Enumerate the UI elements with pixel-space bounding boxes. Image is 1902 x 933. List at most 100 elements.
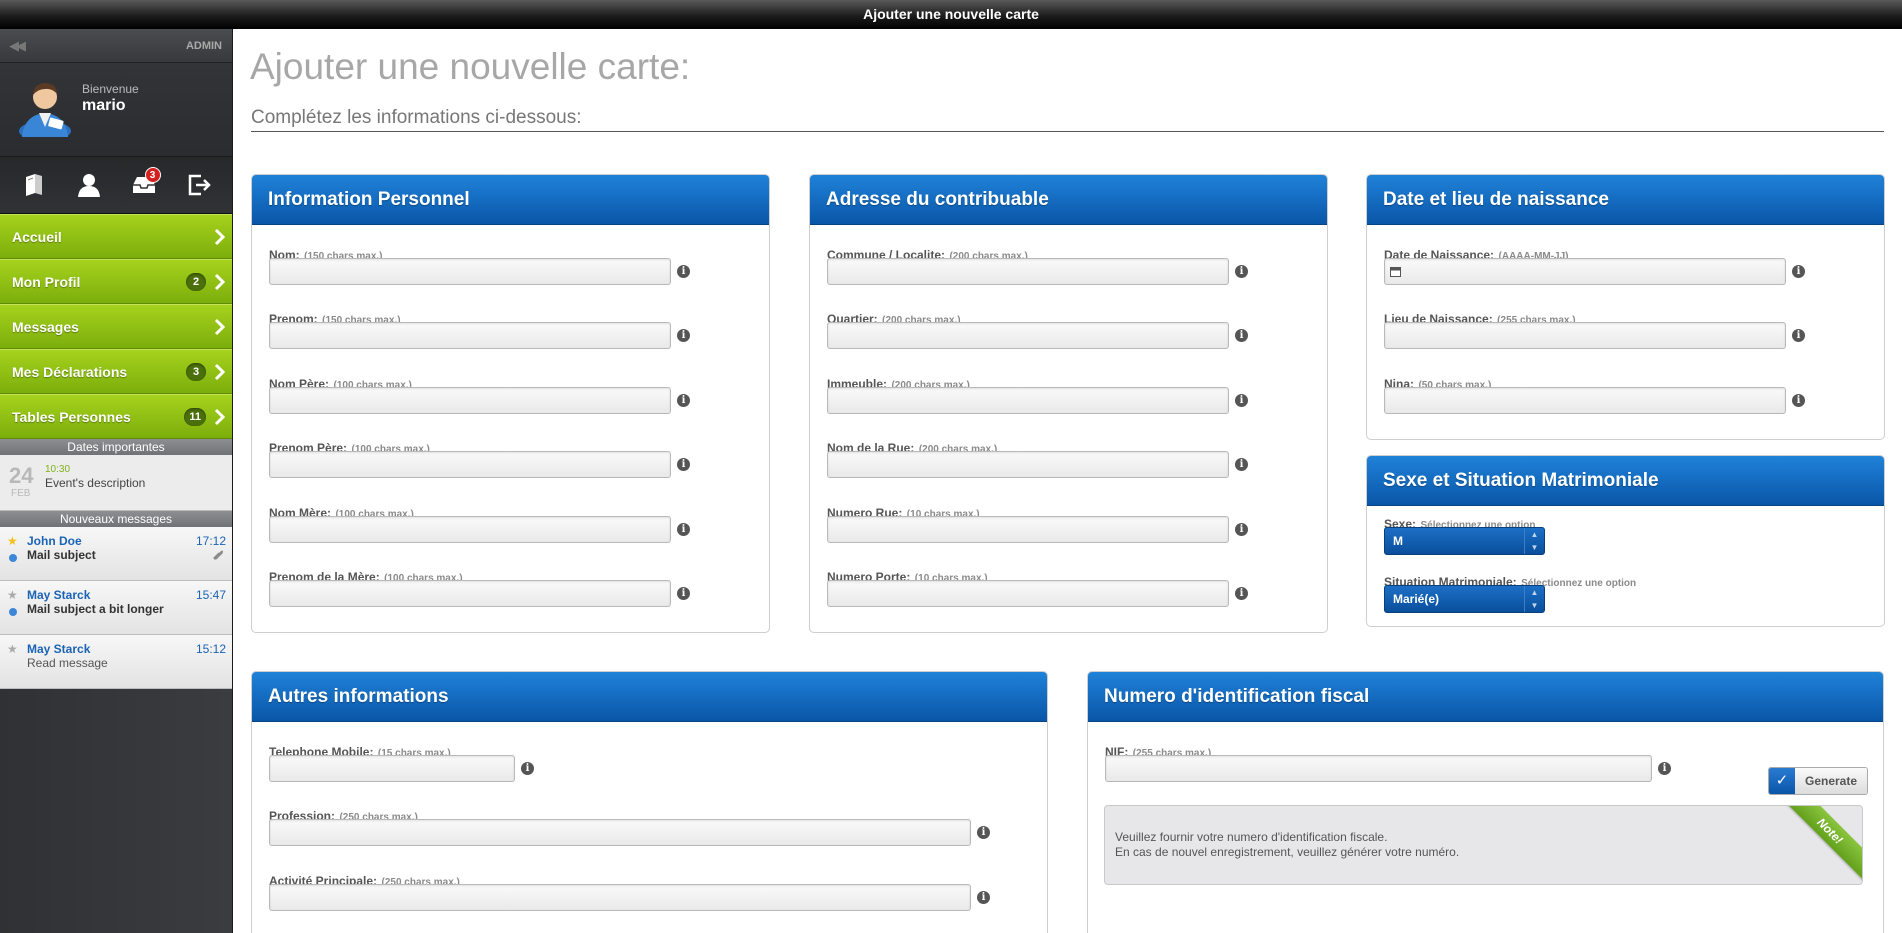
calendar-icon[interactable] [1390, 266, 1401, 277]
star-icon[interactable]: ★ [7, 642, 18, 656]
nom-pere-input[interactable] [269, 387, 671, 414]
activite-input[interactable] [269, 884, 971, 911]
nav-label: Messages [12, 319, 79, 335]
message-subject: Mail subject a bit longer [27, 602, 164, 616]
sidebar-icon-bar: 3 [0, 157, 232, 214]
info-icon[interactable]: i [677, 329, 690, 342]
info-icon[interactable]: i [677, 394, 690, 407]
info-icon[interactable]: i [677, 265, 690, 278]
nav-label: Mon Profil [12, 274, 81, 290]
immeuble-input[interactable] [827, 387, 1229, 414]
info-icon[interactable]: i [677, 587, 690, 600]
prenom-pere-field: Prenom Père: (100 chars max.) i [269, 439, 690, 478]
prenom-pere-input[interactable] [269, 451, 671, 478]
user-profile-icon[interactable] [74, 170, 104, 200]
nom-input[interactable] [269, 258, 671, 285]
chevron-right-icon [214, 228, 226, 246]
info-icon[interactable]: i [521, 762, 534, 775]
info-icon[interactable]: i [1658, 762, 1671, 775]
nom-mere-input[interactable] [269, 516, 671, 543]
message-item[interactable]: ★ John Doe Mail subject 17:12 [0, 527, 232, 581]
activite-field: Activité Principale: (250 chars max.) i [269, 872, 990, 911]
message-subject: Mail subject [27, 548, 96, 562]
nav-mes-declarations[interactable]: Mes Déclarations 3 [0, 349, 232, 394]
chevron-right-icon [214, 273, 226, 291]
numero-porte-input[interactable] [827, 580, 1229, 607]
select-arrows-icon: ▲ ▼ [1524, 528, 1544, 554]
numero-rue-field: Numero Rue: (10 chars max.) i [827, 504, 1248, 543]
date-naissance-input[interactable] [1384, 258, 1786, 285]
numero-rue-input[interactable] [827, 516, 1229, 543]
welcome-text: Bienvenue [82, 82, 139, 96]
message-time: 15:12 [195, 642, 226, 656]
generate-button[interactable]: ✓ Generate [1768, 767, 1868, 795]
info-icon[interactable]: i [977, 891, 990, 904]
note-line-1: Veuillez fournir votre numero d'identifi… [1115, 830, 1388, 844]
info-icon[interactable]: i [1235, 458, 1248, 471]
nav-messages[interactable]: Messages [0, 304, 232, 349]
nav-count-badge: 2 [186, 273, 206, 291]
message-item[interactable]: ★ May Starck Mail subject a bit longer 1… [0, 581, 232, 635]
lieu-naissance-input[interactable] [1384, 322, 1786, 349]
nina-input[interactable] [1384, 387, 1786, 414]
info-icon[interactable]: i [677, 458, 690, 471]
star-icon[interactable]: ★ [7, 588, 18, 602]
info-icon[interactable]: i [1235, 587, 1248, 600]
select-value: M [1393, 534, 1403, 548]
event-item[interactable]: 24 FEB 10:30 Event's description [0, 455, 232, 511]
event-month: FEB [11, 488, 31, 499]
logout-icon[interactable] [184, 170, 214, 200]
info-icon[interactable]: i [1792, 265, 1805, 278]
nom-pere-field: Nom Père: (100 chars max.) i [269, 375, 690, 414]
info-icon[interactable]: i [1792, 394, 1805, 407]
sidebar-header: ◀◀ ADMIN [0, 29, 232, 63]
prenom-field: Prenom: (150 chars max.) i [269, 310, 690, 349]
nif-input[interactable] [1105, 755, 1652, 782]
message-item[interactable]: ★ May Starck Read message 15:12 [0, 635, 232, 689]
book-icon[interactable] [19, 170, 49, 200]
notification-badge: 3 [144, 167, 161, 183]
panel-title: Numero d'identification fiscal [1088, 672, 1883, 722]
sex-marital-panel: Sexe et Situation Matrimoniale Sexe: Sél… [1366, 455, 1885, 627]
nav-tables-personnes[interactable]: Tables Personnes 11 [0, 394, 232, 439]
note-box: Veuillez fournir votre numero d'identifi… [1104, 805, 1863, 885]
date-naissance-field: Date de Naissance: (AAAA-MM-JJ) i [1384, 246, 1805, 285]
message-sender: May Starck [27, 588, 91, 602]
nina-field: Nina: (50 chars max.) i [1384, 375, 1805, 414]
panel-title: Information Personnel [252, 175, 769, 225]
info-icon[interactable]: i [1235, 329, 1248, 342]
username: mario [82, 97, 126, 114]
admin-label[interactable]: ADMIN [186, 40, 222, 52]
prenom-input[interactable] [269, 322, 671, 349]
quartier-input[interactable] [827, 322, 1229, 349]
commune-input[interactable] [827, 258, 1229, 285]
panel-title: Sexe et Situation Matrimoniale [1367, 456, 1884, 506]
prenom-mere-input[interactable] [269, 580, 671, 607]
nom-rue-input[interactable] [827, 451, 1229, 478]
info-icon[interactable]: i [1235, 265, 1248, 278]
collapse-sidebar-icon[interactable]: ◀◀ [9, 38, 26, 54]
situation-select[interactable]: Marié(e) ▲ ▼ [1384, 585, 1545, 613]
nav-mon-profil[interactable]: Mon Profil 2 [0, 259, 232, 304]
nav-accueil[interactable]: Accueil [0, 214, 232, 259]
event-description: Event's description [45, 476, 146, 490]
info-icon[interactable]: i [1792, 329, 1805, 342]
info-icon[interactable]: i [677, 523, 690, 536]
dates-section-header: Dates importantes [0, 439, 232, 455]
select-value: Marié(e) [1393, 592, 1440, 606]
address-panel: Adresse du contribuable Commune / Locali… [809, 174, 1328, 633]
avatar [19, 83, 71, 137]
sexe-select[interactable]: M ▲ ▼ [1384, 527, 1545, 555]
profession-input[interactable] [269, 819, 971, 846]
telephone-input[interactable] [269, 755, 515, 782]
chevron-right-icon [214, 408, 226, 426]
page-title: Ajouter une nouvelle carte: [250, 46, 691, 87]
star-icon[interactable]: ★ [7, 534, 18, 548]
quartier-field: Quartier: (200 chars max.) i [827, 310, 1248, 349]
inbox-icon[interactable]: 3 [129, 167, 161, 200]
info-icon[interactable]: i [1235, 523, 1248, 536]
checkmark-icon: ✓ [1769, 768, 1795, 794]
info-icon[interactable]: i [977, 826, 990, 839]
info-icon[interactable]: i [1235, 394, 1248, 407]
nif-panel: Numero d'identification fiscal NIF: (255… [1087, 671, 1884, 933]
